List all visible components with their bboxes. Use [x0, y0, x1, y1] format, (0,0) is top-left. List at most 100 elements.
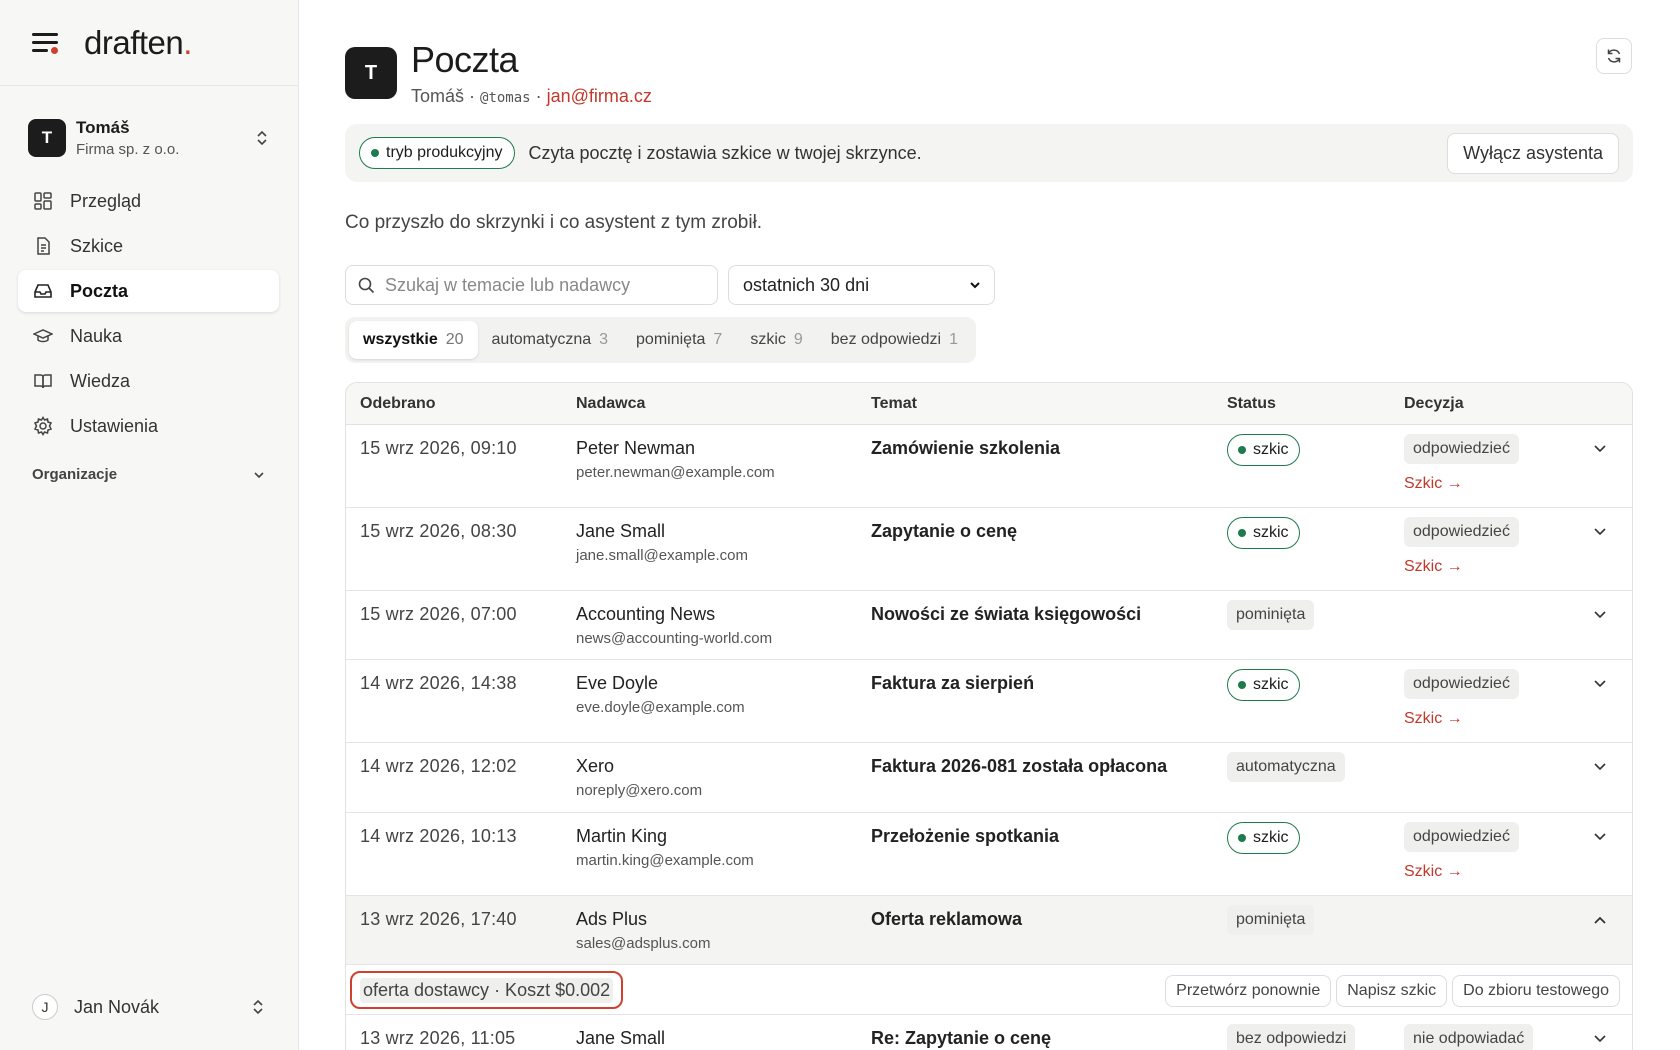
org-avatar: T — [28, 119, 66, 157]
filter-tab-wszystkie[interactable]: wszystkie 20 — [349, 321, 478, 359]
sender-email: sales@adsplus.com — [576, 935, 711, 952]
chevron-down-icon[interactable] — [1590, 674, 1610, 694]
table-row[interactable]: 14 wrz 2026, 14:38 Eve Doyle eve.doyle@e… — [346, 660, 1632, 743]
sidebar-item-szkice[interactable]: Szkice — [18, 225, 279, 267]
subject: Oferta reklamowa — [871, 909, 1023, 929]
book-icon — [32, 370, 54, 392]
received-date: 14 wrz 2026, 12:02 — [360, 756, 517, 776]
table-row[interactable]: 14 wrz 2026, 10:13 Martin King martin.ki… — [346, 813, 1632, 896]
column-header-decision[interactable]: Decyzja — [1404, 395, 1464, 413]
subject: Przełożenie spotkania — [871, 826, 1060, 846]
draft-link[interactable]: Szkic → — [1404, 558, 1463, 576]
brand-logo[interactable]: draften. — [84, 24, 192, 62]
page-header: T Poczta Tomáš · @tomas · jan@firma.cz — [345, 40, 652, 107]
draft-link[interactable]: Szkic → — [1404, 710, 1463, 728]
filter-tab-bez-odpowiedzi[interactable]: bez odpowiedzi 1 — [817, 321, 972, 359]
search-field[interactable] — [345, 265, 718, 305]
user-name: Jan Novák — [74, 996, 160, 1017]
draft-link[interactable]: Szkic → — [1404, 475, 1463, 493]
sender-email: martin.king@example.com — [576, 852, 754, 869]
column-header-sender[interactable]: Nadawca — [576, 395, 645, 413]
status-dot-icon — [371, 149, 379, 157]
sidebar-item-przeglad[interactable]: Przegląd — [18, 180, 279, 222]
account-email-link[interactable]: jan@firma.cz — [547, 86, 652, 106]
search-icon — [358, 277, 375, 293]
period-select[interactable]: ostatnich 30 dni — [728, 265, 995, 305]
filter-tab-pominieta[interactable]: pominięta 7 — [622, 321, 736, 359]
subject: Faktura 2026-081 została opłacona — [871, 756, 1168, 776]
sidebar-item-label: Poczta — [70, 280, 129, 301]
sender-name: Accounting News — [576, 604, 716, 624]
page-title: Poczta — [411, 39, 519, 80]
column-header-subject[interactable]: Temat — [871, 395, 917, 413]
table-header: Odebrano Nadawca Temat Status Decyzja — [346, 383, 1632, 425]
filter-tab-szkic[interactable]: szkic 9 — [736, 321, 816, 359]
status-filter-tabs: wszystkie 20 automatyczna 3 pominięta 7 szk… — [345, 317, 976, 363]
classification-cost-tag: oferta dostawcy · Koszt $0.002 — [350, 971, 624, 1009]
user-avatar: J — [32, 994, 58, 1020]
table-row[interactable]: 15 wrz 2026, 09:10 Peter Newman peter.ne… — [346, 425, 1632, 508]
sender-email: eve.doyle@example.com — [576, 699, 745, 716]
column-header-received[interactable]: Odebrano — [360, 395, 436, 413]
chevron-down-icon[interactable] — [1590, 522, 1610, 542]
sidebar-item-nauka[interactable]: Nauka — [18, 315, 279, 357]
table-row[interactable]: 14 wrz 2026, 12:02 Xero noreply@xero.com… — [346, 743, 1632, 813]
chevron-down-icon[interactable] — [1590, 439, 1610, 459]
grid-icon — [32, 190, 54, 212]
received-date: 13 wrz 2026, 11:05 — [360, 1028, 516, 1048]
chevron-down-icon[interactable] — [1590, 605, 1610, 625]
sidebar-item-label: Przegląd — [70, 190, 142, 211]
received-date: 15 wrz 2026, 07:00 — [360, 604, 517, 624]
sidebar-item-label: Nauka — [70, 325, 123, 346]
status-badge: automatyczna — [1227, 752, 1345, 782]
disable-assistant-button[interactable]: Wyłącz asystenta — [1447, 132, 1619, 174]
organizations-label: Organizacje — [32, 466, 118, 483]
account-meta: Tomáš · @tomas · jan@firma.cz — [411, 86, 652, 106]
filter-tab-automatyczna[interactable]: automatyczna 3 — [478, 321, 623, 359]
refresh-button[interactable] — [1596, 38, 1632, 74]
row-actions: Przetwórz ponownie Napisz szkic Do zbior… — [1160, 975, 1620, 1007]
menu-icon[interactable] — [32, 32, 60, 54]
table-row[interactable]: 15 wrz 2026, 08:30 Jane Small jane.small… — [346, 508, 1632, 591]
sidebar-item-wiedza[interactable]: Wiedza — [18, 360, 279, 402]
sidebar-item-ustawienia[interactable]: Ustawienia — [18, 405, 279, 447]
chevron-down-icon[interactable] — [1590, 757, 1610, 777]
chevron-down-icon[interactable] — [1590, 1029, 1610, 1049]
reprocess-button[interactable]: Przetwórz ponownie — [1165, 975, 1332, 1007]
org-switcher[interactable]: T Tomáš Firma sp. z o.o. — [20, 110, 278, 166]
received-date: 15 wrz 2026, 09:10 — [360, 438, 517, 458]
decision-badge: odpowiedzieć — [1404, 669, 1519, 699]
banner-text: Czyta pocztę i zostawia szkice w twojej … — [528, 142, 922, 163]
sender-name: Martin King — [576, 826, 668, 846]
received-date: 13 wrz 2026, 17:40 — [360, 909, 517, 929]
add-to-test-set-button[interactable]: Do zbioru testowego — [1452, 975, 1620, 1007]
refresh-icon — [1607, 49, 1621, 63]
write-draft-button[interactable]: Napisz szkic — [1336, 975, 1448, 1007]
chevron-down-icon[interactable] — [1590, 827, 1610, 847]
sidebar-nav: Przegląd Szkice Poczta Nauka Wiedza Usta… — [18, 180, 279, 450]
table-row-expanded[interactable]: 13 wrz 2026, 17:40 Ads Plus sales@adsplu… — [346, 896, 1632, 965]
subject: Zapytanie o cenę — [871, 521, 1018, 541]
status-badge: szkic — [1227, 434, 1300, 466]
chevron-up-icon[interactable] — [1590, 910, 1610, 930]
account-avatar: T — [345, 47, 397, 99]
table-row[interactable]: 13 wrz 2026, 11:05 Jane Small Re: Zapyta… — [346, 1015, 1632, 1050]
decision-badge: odpowiedzieć — [1404, 517, 1519, 547]
sender-name: Jane Small — [576, 521, 666, 541]
row-details: oferta dostawcy · Koszt $0.002 Przetwórz… — [346, 965, 1632, 1015]
sender-name: Peter Newman — [576, 438, 696, 458]
sidebar-item-label: Szkice — [70, 235, 124, 256]
table-row[interactable]: 15 wrz 2026, 07:00 Accounting News news@… — [346, 591, 1632, 660]
assistant-banner: tryb produkcyjny Czyta pocztę i zostawia… — [345, 124, 1633, 182]
draft-link[interactable]: Szkic → — [1404, 863, 1463, 881]
sidebar: draften. T Tomáš Firma sp. z o.o. Przegl… — [0, 0, 299, 1050]
account-handle: @tomas — [480, 90, 531, 106]
user-menu[interactable]: J Jan Novák — [32, 994, 266, 1020]
sidebar-item-poczta[interactable]: Poczta — [18, 270, 279, 312]
mode-badge: tryb produkcyjny — [359, 137, 515, 169]
search-input[interactable] — [385, 274, 705, 296]
organizations-section-toggle[interactable]: Organizacje — [32, 466, 266, 483]
subject: Faktura za sierpień — [871, 673, 1035, 693]
column-header-status[interactable]: Status — [1227, 395, 1276, 413]
sender-email: news@accounting-world.com — [576, 630, 773, 647]
